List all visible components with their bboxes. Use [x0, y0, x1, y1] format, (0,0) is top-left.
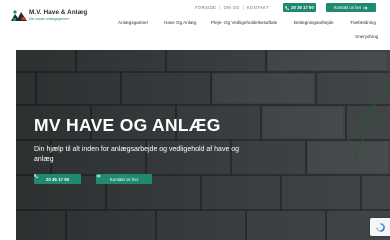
nav-item-snerydning[interactable]: Snerydning [355, 34, 378, 39]
recaptcha-badge[interactable] [370, 218, 390, 236]
phone-icon [34, 174, 38, 178]
hero-contact-label: Kontakt os her [109, 176, 139, 182]
hero-title: MV HAVE OG ANLÆG [34, 115, 221, 135]
divider: | [242, 5, 244, 10]
phone-icon [285, 5, 290, 10]
nav-item-belaegningsarbejde[interactable]: Belægningsarbejde [294, 20, 334, 25]
header-contact-label: Kontakt os her [333, 5, 362, 10]
nav-item-traefaeldning[interactable]: Træfældning [350, 20, 376, 25]
hero-section: MV HAVE OG ANLÆG Din hjælp til alt inden… [16, 50, 390, 240]
nav-item-have-og-anlaeg[interactable]: Have Og Anlæg [164, 20, 196, 25]
divider: | [219, 5, 221, 10]
topbar-link-om-os[interactable]: OM OS [224, 5, 240, 10]
arrow-right-icon [363, 5, 368, 10]
recaptcha-icon [375, 222, 385, 232]
main-nav: Anlægsgartner Have Og Anlæg Pleje- Og Ve… [0, 20, 390, 30]
topbar-link-kontakt[interactable]: KONTAKT [247, 5, 269, 10]
brand-name: M.V. Have & Anlæg [29, 9, 88, 16]
header-phone-button[interactable]: 20 35 17 50 [283, 3, 316, 12]
hero-contact-button[interactable]: Kontakt os her [96, 174, 152, 184]
nav-item-anlaegsgartner[interactable]: Anlægsgartner [118, 20, 148, 25]
hero-phone-button[interactable]: 20 35 17 50 [34, 174, 81, 184]
header-phone-label: 20 35 17 50 [291, 5, 314, 10]
topbar-links: FORSIDE | OM OS | KONTAKT [195, 5, 269, 10]
page: M.V. Have & Anlæg Din lokale anlægsgartn… [0, 0, 390, 240]
arrow-right-icon [96, 174, 101, 178]
header-contact-button[interactable]: Kontakt os her [326, 3, 376, 12]
topbar-link-forside[interactable]: FORSIDE [195, 5, 216, 10]
nav-item-pleje-og-vedligehold[interactable]: Pleje- Og Vedligeholdelsesaftale [211, 20, 277, 25]
hero-phone-label: 20 35 17 50 [45, 176, 70, 182]
hero-subtitle: Din hjælp til alt inden for anlægsarbejd… [34, 146, 240, 163]
site-header: M.V. Have & Anlæg Din lokale anlægsgartn… [0, 0, 390, 46]
